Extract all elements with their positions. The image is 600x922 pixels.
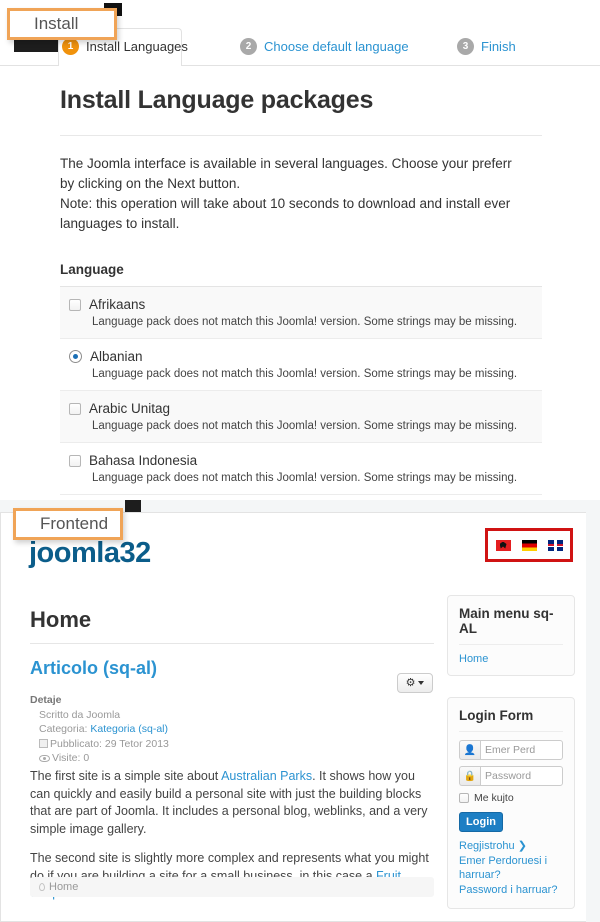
step-tabs-rule-right bbox=[182, 65, 600, 66]
remember-me-row[interactable]: Me kujto bbox=[459, 792, 563, 804]
username-field-group: 👤 Emer Perd bbox=[459, 740, 563, 760]
forgot-username-link[interactable]: Emer Perdoruesi i harruar? bbox=[459, 854, 563, 882]
checkbox-bahasa-indonesia[interactable] bbox=[69, 454, 81, 467]
step-number-badge-1: 1 bbox=[62, 37, 79, 55]
article-published-row: Pubblicato: 29 Tetor 2013 bbox=[30, 737, 169, 752]
callout-install-label: Install bbox=[34, 14, 79, 33]
gear-icon: ⚙ bbox=[405, 676, 416, 689]
step-tabs-rule-left bbox=[0, 65, 58, 66]
chevron-right-icon: ❯ bbox=[517, 840, 527, 852]
module-main-menu: Main menu sq-AL Home bbox=[447, 595, 575, 676]
language-name-bahasa-indonesia: Bahasa Indonesia bbox=[89, 453, 198, 468]
tab-choose-default-language-label: Choose default language bbox=[264, 38, 409, 54]
site-title: joomla32 bbox=[29, 537, 151, 569]
language-note-arabic-unitag: Language pack does not match this Joomla… bbox=[92, 420, 518, 432]
article-meta: Detaje Scritto da Joomla Categoria: Kate… bbox=[30, 693, 169, 766]
password-field-group: 🔒 Password bbox=[459, 766, 563, 786]
title-divider bbox=[60, 135, 542, 136]
joomla-frontend-panel: joomla32 Home Articolo (sq-al) Detaje Sc… bbox=[0, 500, 600, 922]
username-input[interactable]: Emer Perd bbox=[480, 740, 563, 760]
page-title: Install Language packages bbox=[60, 86, 374, 114]
joomla-installer-panel: 1 Install Languages 2 Choose default lan… bbox=[0, 0, 600, 500]
checkbox-afrikaans[interactable] bbox=[69, 298, 81, 311]
language-note-albanian: Language pack does not match this Joomla… bbox=[92, 368, 518, 380]
language-switcher bbox=[485, 528, 573, 562]
remember-me-checkbox[interactable] bbox=[459, 793, 469, 803]
breadcrumb: Home bbox=[30, 877, 434, 897]
paragraph1-text-a: The first site is a simple site about bbox=[30, 769, 222, 783]
language-row-bahasa-indonesia[interactable]: Bahasa Indonesia Language pack does not … bbox=[60, 443, 542, 495]
language-row-arabic-unitag[interactable]: Arabic Unitag Language pack does not mat… bbox=[60, 391, 542, 443]
germany-flag-icon[interactable] bbox=[521, 539, 537, 551]
installer-description: The Joomla interface is available in sev… bbox=[60, 156, 512, 231]
eye-icon bbox=[39, 755, 50, 762]
location-pin-icon bbox=[39, 883, 45, 891]
article-author: Scritto da Joomla bbox=[39, 708, 121, 721]
remember-me-label: Me kujto bbox=[474, 792, 514, 804]
frontend-page-inner: joomla32 Home Articolo (sq-al) Detaje Sc… bbox=[1, 513, 586, 921]
installer-canvas: 1 Install Languages 2 Choose default lan… bbox=[0, 0, 600, 500]
article-title[interactable]: Articolo (sq-al) bbox=[30, 658, 157, 679]
language-note-bahasa-indonesia: Language pack does not match this Joomla… bbox=[92, 472, 518, 484]
password-input[interactable]: Password bbox=[480, 766, 563, 786]
sidebar-item-home[interactable]: Home bbox=[459, 653, 563, 665]
callout-install: Install bbox=[7, 8, 117, 40]
module-main-menu-title: Main menu sq-AL bbox=[459, 606, 554, 636]
screenshot-root: 1 Install Languages 2 Choose default lan… bbox=[0, 0, 600, 922]
uk-flag-icon[interactable] bbox=[547, 539, 563, 551]
language-name-afrikaans: Afrikaans bbox=[89, 297, 146, 312]
article-published: Pubblicato: 29 Tetor 2013 bbox=[50, 737, 169, 750]
breadcrumb-home[interactable]: Home bbox=[49, 881, 78, 893]
user-icon: 👤 bbox=[459, 740, 480, 760]
register-link-label: Regjistrohu bbox=[459, 840, 515, 852]
installer-step-tabs: 1 Install Languages 2 Choose default lan… bbox=[62, 30, 600, 62]
article-options-button[interactable]: ⚙ bbox=[397, 673, 433, 693]
uk-flag-cross bbox=[547, 539, 563, 551]
article-paragraph-1: The first site is a simple site about Au… bbox=[30, 768, 434, 838]
article-hits: Visite: 0 bbox=[52, 752, 90, 764]
page-heading-divider bbox=[30, 643, 434, 644]
register-link[interactable]: Regjistrohu ❯ bbox=[459, 839, 563, 853]
module-login-title: Login Form bbox=[459, 708, 534, 723]
tab-install-languages-label: Install Languages bbox=[86, 38, 188, 54]
language-name-albanian: Albanian bbox=[90, 349, 143, 364]
language-column-header: Language bbox=[60, 262, 542, 287]
tab-finish-label: Finish bbox=[481, 38, 516, 54]
article-category-label: Categoria: bbox=[39, 723, 88, 735]
frontend-page: joomla32 Home Articolo (sq-al) Detaje Sc… bbox=[0, 512, 586, 922]
frontend-chrome-nub bbox=[125, 500, 141, 512]
article-meta-heading: Detaje bbox=[30, 694, 62, 706]
module-login-form: Login Form 👤 Emer Perd 🔒 Password Me kuj… bbox=[447, 697, 575, 909]
module-login-divider bbox=[459, 731, 563, 732]
page-heading-home: Home bbox=[30, 607, 92, 632]
step-number-badge-2: 2 bbox=[240, 37, 257, 55]
tab-finish[interactable]: 3 Finish bbox=[457, 30, 516, 62]
radio-albanian-selected[interactable] bbox=[69, 350, 82, 363]
tab-choose-default-language[interactable]: 2 Choose default language bbox=[240, 30, 409, 62]
login-links: Regjistrohu ❯ Emer Perdoruesi i harruar?… bbox=[459, 839, 563, 897]
albania-flag-icon[interactable] bbox=[495, 539, 511, 551]
language-name-arabic-unitag: Arabic Unitag bbox=[89, 401, 171, 416]
installer-content: Install Language packages The Joomla int… bbox=[60, 86, 600, 495]
article-category: Categoria: Kategoria (sq-al) bbox=[30, 722, 169, 737]
australian-parks-link[interactable]: Australian Parks bbox=[221, 769, 312, 783]
forgot-password-link[interactable]: Password i harruar? bbox=[459, 883, 563, 897]
checkbox-arabic-unitag[interactable] bbox=[69, 402, 81, 415]
chevron-down-icon bbox=[418, 681, 425, 685]
language-list: Afrikaans Language pack does not match t… bbox=[60, 287, 542, 495]
calendar-icon bbox=[39, 738, 48, 748]
step-number-badge-3: 3 bbox=[457, 37, 474, 55]
lock-icon: 🔒 bbox=[459, 766, 480, 786]
language-row-albanian[interactable]: Albanian Language pack does not match th… bbox=[60, 339, 542, 391]
language-row-afrikaans[interactable]: Afrikaans Language pack does not match t… bbox=[60, 287, 542, 339]
article-category-link[interactable]: Kategoria (sq-al) bbox=[90, 723, 168, 735]
login-button[interactable]: Login bbox=[459, 812, 503, 832]
callout-frontend: Frontend bbox=[13, 508, 123, 540]
language-note-afrikaans: Language pack does not match this Joomla… bbox=[92, 316, 518, 328]
callout-frontend-label: Frontend bbox=[40, 514, 109, 533]
article-hits-row: Visite: 0 bbox=[30, 751, 169, 766]
module-main-menu-divider bbox=[459, 644, 563, 645]
